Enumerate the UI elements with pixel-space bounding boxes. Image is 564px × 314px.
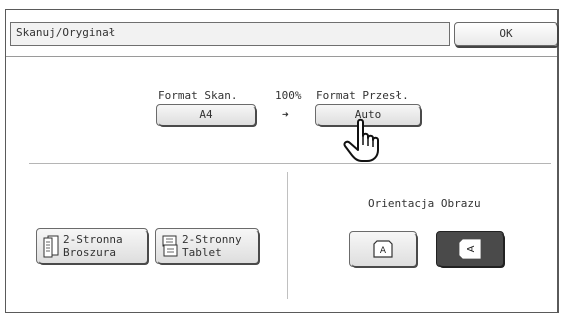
title-bar: Skanuj/Oryginał OK	[6, 10, 559, 57]
tablet-line2: Tablet	[182, 246, 222, 259]
send-size-label: Format Przesł.	[316, 89, 409, 102]
tablet-line1: 2-Stronny	[182, 233, 242, 246]
tablet-icon	[162, 235, 178, 257]
booklet-icon	[43, 235, 59, 258]
page-title: Skanuj/Oryginał	[16, 26, 116, 39]
scan-size-button[interactable]: A4	[156, 104, 257, 127]
tablet-2-sided-button[interactable]: 2-Stronny Tablet	[155, 228, 260, 265]
booklet-2-sided-button[interactable]: 2-Stronna Broszura	[36, 228, 149, 265]
scale-ratio: 100%	[275, 89, 302, 102]
orientation-landscape-button[interactable]: A	[436, 231, 505, 268]
orientation-label: Orientacja Obrazu	[368, 197, 481, 210]
booklet-line1: 2-Stronna	[63, 233, 123, 246]
scan-original-panel: Skanuj/Oryginał OK Format Skan. 100% For…	[5, 9, 559, 313]
booklet-line2: Broszura	[63, 246, 116, 259]
arrow-right-icon: ➜	[282, 108, 289, 121]
landscape-glyph: A	[466, 245, 477, 252]
landscape-orientation-icon: A	[459, 239, 481, 259]
divider-vertical	[287, 172, 288, 299]
orientation-portrait-button[interactable]: A	[349, 231, 418, 268]
hand-pointer-icon	[343, 118, 379, 162]
scan-size-value: A4	[199, 108, 213, 121]
scan-size-label: Format Skan.	[158, 89, 238, 102]
portrait-orientation-icon: A	[373, 240, 393, 258]
ok-button[interactable]: OK	[454, 22, 559, 48]
portrait-glyph: A	[380, 246, 387, 256]
title-box: Skanuj/Oryginał	[10, 22, 450, 46]
divider-horizontal	[29, 163, 551, 164]
